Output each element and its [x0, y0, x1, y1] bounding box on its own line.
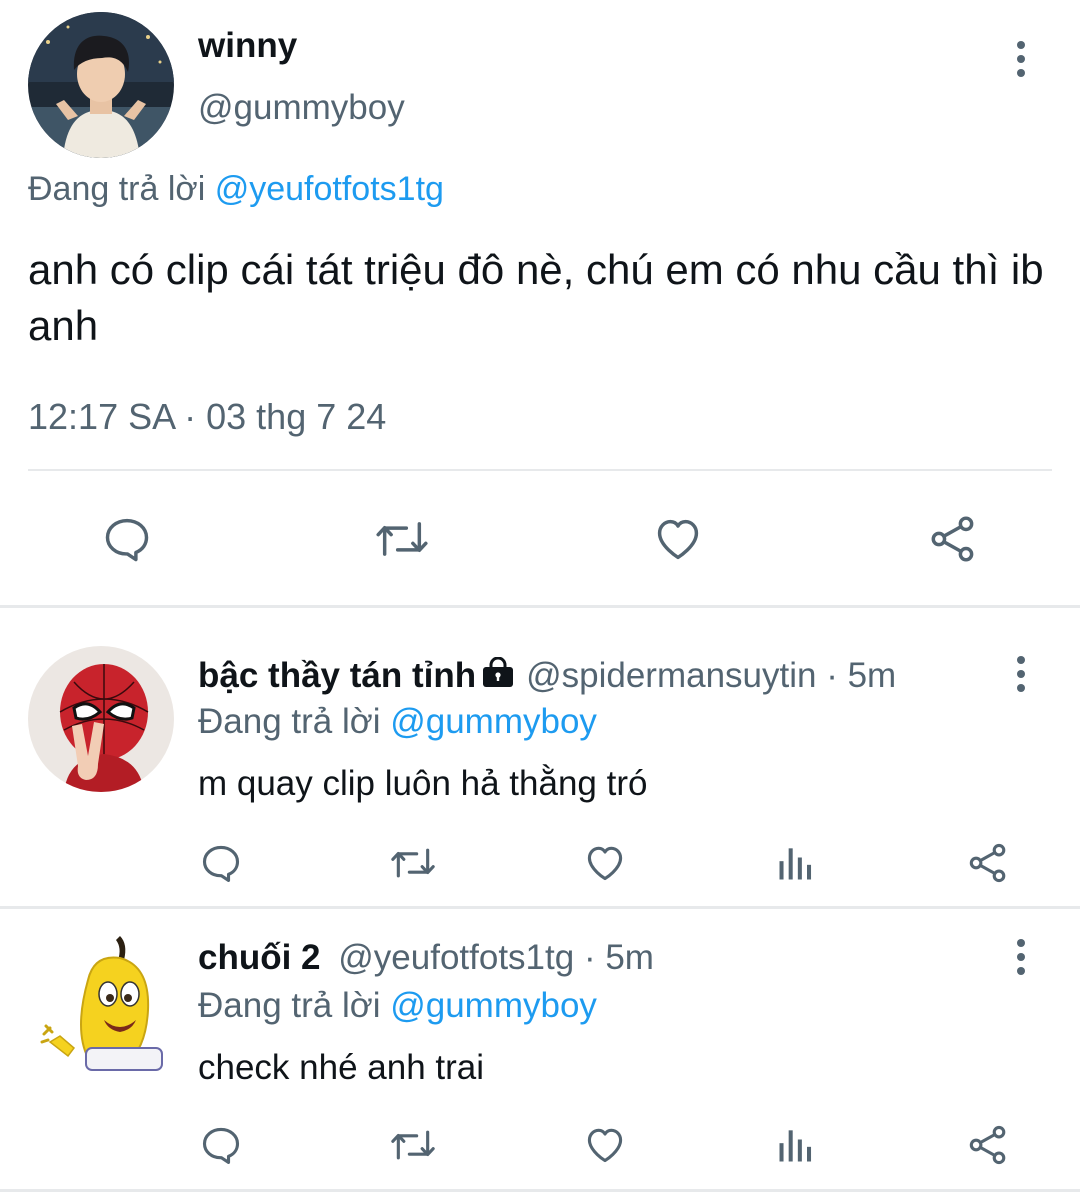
retweet-icon[interactable] — [387, 840, 439, 886]
main-tweet: winny @gummyboy Đang trả lời @yeufotfots… — [0, 0, 1080, 606]
handle[interactable]: @yeufotfots1tg — [338, 938, 574, 977]
like-icon[interactable] — [649, 510, 707, 568]
retweet-icon[interactable] — [387, 1122, 439, 1168]
divider — [28, 469, 1052, 471]
share-icon[interactable] — [924, 510, 982, 568]
views-icon[interactable] — [773, 1122, 819, 1168]
replying-prefix: Đang trả lời — [28, 170, 206, 208]
reply-icon[interactable] — [98, 510, 156, 568]
handle[interactable]: @gummyboy — [198, 88, 405, 128]
replying-prefix: Đang trả lời — [198, 702, 381, 741]
relative-time: · 5m — [583, 938, 654, 977]
more-options-icon[interactable] — [1001, 39, 1041, 79]
retweet-icon[interactable] — [371, 510, 433, 568]
replying-to: Đang trả lời @gummyboy — [198, 702, 597, 742]
handle[interactable]: @spidermansuytin — [526, 656, 816, 695]
tweet-timestamp[interactable]: 12:17 SA · 03 thg 7 24 — [28, 396, 386, 438]
more-options-icon[interactable] — [1001, 937, 1041, 977]
replying-mention[interactable]: @yeufotfots1tg — [215, 170, 444, 208]
views-icon[interactable] — [773, 840, 819, 886]
reply-icon[interactable] — [198, 1122, 244, 1168]
replying-mention[interactable]: @gummyboy — [390, 702, 597, 741]
replying-prefix: Đang trả lời — [198, 986, 381, 1025]
reply-header: bậc thầy tán tỉnh @spidermansuytin · 5m — [198, 656, 896, 696]
replying-mention[interactable]: @gummyboy — [390, 986, 597, 1025]
replying-to: Đang trả lời @gummyboy — [198, 986, 597, 1026]
lock-icon — [483, 657, 514, 687]
reply-icon[interactable] — [198, 840, 244, 886]
share-icon[interactable] — [965, 1122, 1011, 1168]
display-name[interactable]: chuối 2 — [198, 938, 321, 977]
tweet-text: m quay clip luôn hả thằng tró — [198, 764, 648, 803]
reply-header: chuối 2 @yeufotfots1tg · 5m — [198, 938, 654, 978]
avatar[interactable] — [28, 12, 174, 158]
share-icon[interactable] — [965, 840, 1011, 886]
display-name[interactable]: winny — [198, 26, 297, 66]
avatar[interactable] — [28, 646, 174, 792]
replying-to: Đang trả lời @yeufotfots1tg — [28, 170, 444, 209]
tweet-text: check nhé anh trai — [198, 1048, 485, 1087]
avatar[interactable] — [28, 930, 174, 1076]
more-options-icon[interactable] — [1001, 654, 1041, 694]
relative-time: · 5m — [826, 656, 897, 695]
display-name[interactable]: bậc thầy tán tỉnh — [198, 656, 476, 695]
tweet-text: anh có clip cái tát triệu đô nè, chú em … — [28, 246, 1044, 349]
divider — [0, 906, 1080, 909]
divider — [0, 605, 1080, 608]
like-icon[interactable] — [581, 1122, 629, 1168]
like-icon[interactable] — [581, 840, 629, 886]
